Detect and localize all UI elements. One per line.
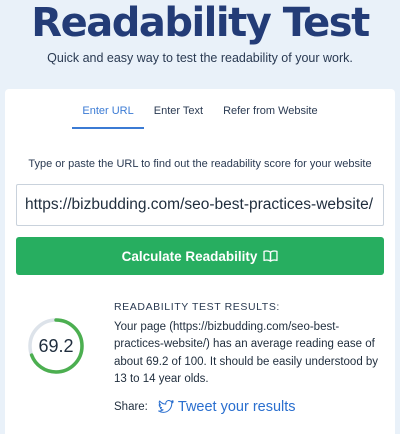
- url-instructions: Type or paste the URL to find out the re…: [28, 158, 372, 170]
- readability-card: Enter URL Enter Text Refer from Website …: [5, 89, 395, 434]
- twitter-icon: [157, 400, 174, 414]
- page-title: Readability Test: [31, 0, 370, 46]
- share-row: Share: Tweet your results: [114, 399, 384, 415]
- calculate-readability-button[interactable]: Calculate Readability: [16, 237, 384, 275]
- url-input[interactable]: [16, 184, 384, 226]
- tab-enter-text[interactable]: Enter Text: [144, 97, 213, 129]
- calculate-button-label: Calculate Readability: [121, 248, 258, 264]
- tweet-results-link[interactable]: Tweet your results: [157, 399, 296, 416]
- tab-refer-from-website[interactable]: Refer from Website: [213, 97, 328, 129]
- share-label: Share:: [114, 401, 148, 414]
- results-panel: READABILITY TEST RESULTS: Your page (htt…: [114, 301, 384, 415]
- page-subtitle: Quick and easy way to test the readabili…: [47, 51, 353, 65]
- tweet-results-label: Tweet your results: [177, 399, 296, 416]
- page: Readability Test Quick and easy way to t…: [0, 0, 400, 434]
- results-text: Your page (https://bizbudding.com/seo-be…: [114, 321, 379, 385]
- tab-bar: Enter URL Enter Text Refer from Website: [5, 97, 395, 129]
- tab-enter-url[interactable]: Enter URL: [72, 97, 144, 129]
- results-heading: READABILITY TEST RESULTS:: [114, 301, 280, 313]
- readability-score-gauge: 69.2: [27, 317, 85, 375]
- gauge-score-value: 69.2: [38, 335, 74, 356]
- book-icon: [263, 250, 279, 262]
